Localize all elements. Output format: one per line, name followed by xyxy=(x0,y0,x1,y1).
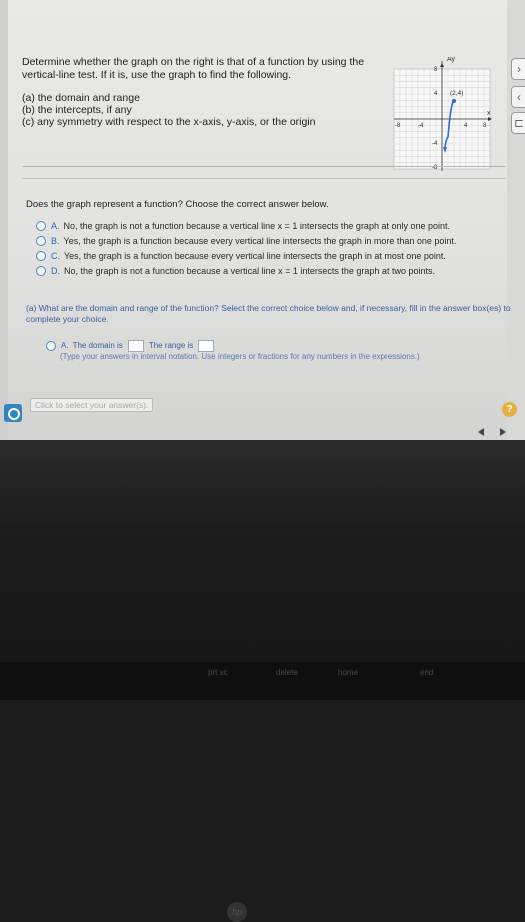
answer-letter: A. xyxy=(61,341,69,350)
answer-options: A. No, the graph is not a function becau… xyxy=(36,218,456,278)
domain-range-answer: A. The domain is The range is (Type your… xyxy=(46,340,470,362)
domain-input[interactable] xyxy=(127,340,144,352)
keyboard-row: prt sc delete home end xyxy=(0,662,525,700)
x-tick-neg4: -4 xyxy=(418,123,424,129)
question-part-a: (a) the domain and range xyxy=(22,92,140,104)
radio-a[interactable] xyxy=(36,220,46,231)
domain-label: The domain is xyxy=(72,341,123,350)
option-d[interactable]: D. No, the graph is not a function becau… xyxy=(36,263,456,278)
option-d-text: No, the graph is not a function because … xyxy=(64,265,435,276)
option-d-letter: D. xyxy=(51,265,60,276)
radio-c[interactable] xyxy=(36,250,46,261)
expand-arrow-icon[interactable]: ‹ xyxy=(511,86,525,108)
x-axis-label: x xyxy=(487,110,491,117)
section-divider-2 xyxy=(22,178,506,179)
help-icon[interactable]: ? xyxy=(502,402,517,417)
graph-point xyxy=(452,99,456,103)
option-c[interactable]: C. Yes, the graph is a function because … xyxy=(36,248,456,263)
panel-toggle-icon[interactable]: ⊏ xyxy=(511,112,525,134)
range-label: The range is xyxy=(148,341,194,350)
answer-radio-a[interactable] xyxy=(46,341,56,351)
question-part-c: (c) any symmetry with respect to the x-a… xyxy=(22,116,316,128)
question-text: Determine whether the graph on the right… xyxy=(22,56,372,128)
click-to-select-button[interactable]: Click to select your answer(s). xyxy=(30,398,154,412)
y-tick-neg4: -4 xyxy=(432,141,438,147)
collapse-arrow-icon[interactable]: › xyxy=(511,58,525,80)
question-part-b: (b) the intercepts, if any xyxy=(22,104,132,116)
option-a-text: No, the graph is not a function because … xyxy=(63,220,451,231)
option-c-letter: C. xyxy=(51,250,60,261)
question-prompt: Does the graph represent a function? Cho… xyxy=(26,199,329,210)
option-a[interactable]: A. No, the graph is not a function becau… xyxy=(36,218,456,233)
y-axis-arrow xyxy=(440,63,444,67)
laptop-bezel: hp xyxy=(0,440,525,922)
app-screen: › ‹ ⊏ Determine whether the graph on the… xyxy=(0,0,525,440)
hp-logo-icon: hp xyxy=(227,902,247,922)
right-panel-edge: › ‹ ⊏ xyxy=(507,0,525,440)
camera-icon[interactable] xyxy=(4,404,22,422)
option-a-letter: A. xyxy=(51,220,60,231)
x-tick-neg8: -8 xyxy=(395,123,401,129)
sub-question: (a) What are the domain and range of the… xyxy=(26,303,511,324)
radio-d[interactable] xyxy=(36,265,46,276)
answer-hint: (Type your answers in interval notation.… xyxy=(60,352,420,361)
range-input[interactable] xyxy=(198,340,215,352)
key-end[interactable]: end xyxy=(420,668,433,677)
graph-svg: Ay x 8 4 -4 -8 -8 -4 4 8 (2,4) xyxy=(393,56,492,171)
option-c-text: Yes, the graph is a function because eve… xyxy=(64,250,446,261)
next-arrow-icon[interactable] xyxy=(500,428,506,436)
option-b-text: Yes, the graph is a function because eve… xyxy=(63,235,457,246)
function-graph: Ay x 8 4 -4 -8 -8 -4 4 8 (2,4) xyxy=(388,56,496,175)
question-line-1: Determine whether the graph on the right… xyxy=(22,56,365,68)
key-delete[interactable]: delete xyxy=(276,668,298,677)
option-b-letter: B. xyxy=(51,235,60,246)
question-line-2: vertical-line test. If it is, use the gr… xyxy=(22,69,292,81)
left-panel-edge xyxy=(0,0,8,440)
radio-b[interactable] xyxy=(36,235,46,246)
section-divider xyxy=(22,166,506,167)
y-axis-label: Ay xyxy=(447,57,456,63)
key-home[interactable]: home xyxy=(338,668,358,677)
point-label: (2,4) xyxy=(450,90,463,97)
key-prtsc[interactable]: prt sc xyxy=(208,668,228,677)
previous-arrow-icon[interactable] xyxy=(478,428,484,436)
option-b[interactable]: B. Yes, the graph is a function because … xyxy=(36,233,456,248)
